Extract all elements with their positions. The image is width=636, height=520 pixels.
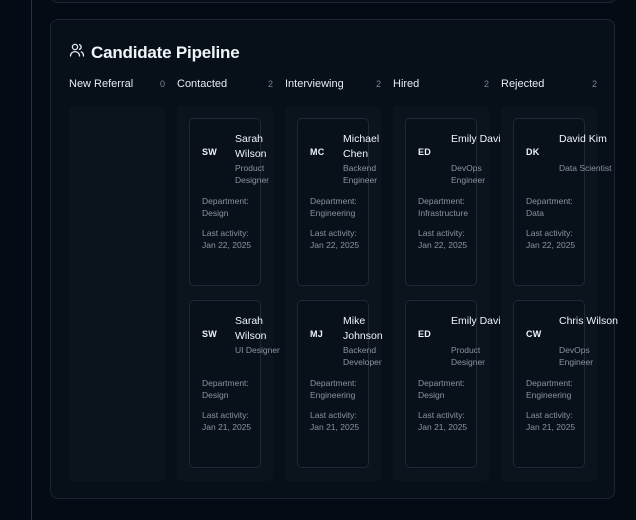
candidate-card[interactable]: MC Michael Chen Backend Engineer Departm…: [297, 118, 379, 286]
candidate-last-activity: Last activity: Jan 22, 2025: [526, 228, 576, 250]
avatar: ED: [418, 329, 432, 339]
avatar: SW: [202, 329, 218, 339]
column-title: Interviewing: [285, 78, 344, 90]
column-title: New Referral: [69, 78, 134, 90]
candidate-department: Department: Engineering: [526, 378, 573, 400]
candidate-card[interactable]: DK David Kim Data Scientist Department: …: [513, 118, 611, 286]
candidate-name: Chris Wilson: [559, 315, 618, 327]
candidate-card[interactable]: SW Sarah Wilson UI Designer Department: …: [189, 300, 280, 468]
avatar: MC: [310, 147, 325, 157]
panel-header: Candidate Pipeline: [69, 42, 240, 63]
avatar: SW: [202, 147, 218, 157]
candidate-last-activity: Last activity: Jan 21, 2025: [310, 410, 360, 432]
candidate-department: Department: Infrastructure: [418, 196, 469, 218]
panel-title: Candidate Pipeline: [91, 42, 240, 62]
candidate-card[interactable]: SW Sarah Wilson Product Designer Departm…: [189, 118, 269, 286]
candidate-pipeline-panel: Candidate Pipeline New Referral 0 Contac…: [50, 19, 618, 499]
candidate-last-activity: Last activity: Jan 22, 2025: [418, 228, 468, 250]
users-icon: [69, 42, 85, 63]
column-count: 2: [591, 79, 597, 89]
candidate-card[interactable]: MJ Mike Johnson Backend Developer Depart…: [297, 300, 383, 468]
candidate-last-activity: Last activity: Jan 21, 2025: [526, 410, 576, 432]
column-header: Contacted 2: [177, 78, 273, 92]
column-title: Contacted: [177, 78, 228, 90]
column-dropzone: MC Michael Chen Backend Engineer Departm…: [285, 106, 383, 481]
candidate-card[interactable]: CW Chris Wilson DevOps Engineer Departme…: [513, 300, 618, 468]
candidate-role: DevOps Engineer: [559, 345, 594, 367]
column-count: 2: [267, 79, 273, 89]
column-title: Hired: [393, 78, 420, 90]
avatar: ED: [418, 147, 432, 157]
candidate-name: David Kim: [559, 133, 607, 145]
candidate-department: Department: Design: [418, 378, 465, 400]
column-dropzone[interactable]: [69, 106, 165, 481]
candidate-card[interactable]: ED Emily Davis DevOps Engineer Departmen…: [405, 118, 506, 286]
column-dropzone: ED Emily Davis DevOps Engineer Departmen…: [393, 106, 506, 481]
column-header: New Referral 0: [69, 78, 165, 92]
candidate-last-activity: Last activity: Jan 21, 2025: [418, 410, 468, 432]
column-title: Rejected: [501, 78, 545, 90]
column-count: 0: [159, 79, 165, 89]
candidate-department: Department: Design: [202, 378, 249, 400]
candidate-role: Data Scientist: [559, 163, 612, 173]
candidate-card[interactable]: ED Emily Davis Product Designer Departme…: [405, 300, 506, 468]
column-header: Rejected 2: [501, 78, 597, 92]
column-dropzone: SW Sarah Wilson Product Designer Departm…: [177, 106, 280, 481]
avatar: DK: [526, 147, 540, 157]
candidate-last-activity: Last activity: Jan 22, 2025: [310, 228, 360, 250]
column-dropzone: DK David Kim Data Scientist Department: …: [501, 106, 618, 481]
previous-card-edge: [50, 0, 617, 3]
column-header: Interviewing 2: [285, 78, 381, 92]
column-count: 2: [483, 79, 489, 89]
candidate-last-activity: Last activity: Jan 22, 2025: [202, 228, 252, 250]
column-header: Hired 2: [393, 78, 489, 92]
sidebar-divider: [31, 0, 32, 520]
candidate-department: Department: Engineering: [310, 378, 357, 400]
candidate-department: Department: Data: [526, 196, 573, 218]
candidate-department: Department: Design: [202, 196, 249, 218]
avatar: MJ: [310, 329, 324, 339]
column-count: 2: [375, 79, 381, 89]
candidate-department: Department: Engineering: [310, 196, 357, 218]
avatar: CW: [526, 329, 542, 339]
candidate-last-activity: Last activity: Jan 21, 2025: [202, 410, 252, 432]
